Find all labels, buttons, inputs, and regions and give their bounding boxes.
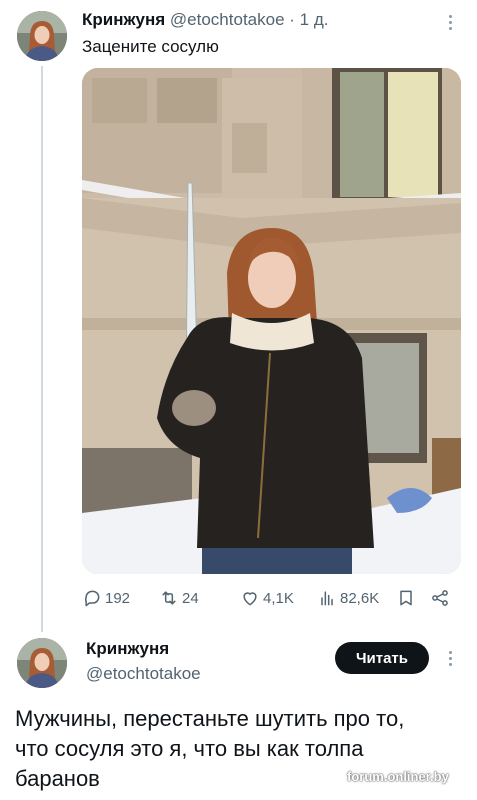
author-name[interactable]: Кринжуня [82,10,165,29]
reply-button[interactable]: 192 [82,588,130,608]
reply-author-handle[interactable]: @etochtotakoe [86,664,201,684]
site-watermark: forum.onliner.by [347,769,449,784]
retweet-button[interactable]: 24 [159,588,199,608]
tweet-actions-bar: 192 24 4,1K 82,6K [82,588,461,610]
heart-icon [243,592,257,606]
photo-girl-with-icicle [82,68,461,574]
tweet-timestamp[interactable]: 1 д. [300,10,329,29]
tweet-text: Зацените сосулю [82,37,219,56]
bar-chart-icon [321,591,333,606]
share-icon [432,590,448,606]
reply-count: 192 [105,589,131,607]
reply-author-avatar[interactable] [17,638,67,688]
bookmark-icon [400,590,412,606]
share-button[interactable] [430,588,450,608]
author-handle[interactable]: @etochtotakoe [170,10,285,29]
retweet-count: 24 [182,589,199,607]
view-count: 82,6K [340,589,380,607]
thread-connector-line [41,66,43,632]
reply-author-name[interactable]: Кринжуня [86,639,169,659]
like-button[interactable]: 4,1K [240,588,294,608]
meta-separator: · [289,10,295,29]
avatar-image [17,638,67,688]
speech-bubble-icon [84,590,100,607]
reply-more-options-icon[interactable] [441,646,459,670]
views-button[interactable]: 82,6K [317,588,379,608]
author-avatar[interactable] [17,11,67,61]
avatar-image [17,11,67,61]
tweet-header: Кринжуня @etochtotakoe · 1 д. [82,10,329,30]
like-count: 4,1K [263,589,294,607]
more-options-icon[interactable] [441,10,459,34]
retweet-arrows-icon [162,591,176,605]
bookmark-button[interactable] [396,588,416,608]
follow-button[interactable]: Читать [335,642,429,674]
tweet-photo[interactable] [82,68,461,574]
